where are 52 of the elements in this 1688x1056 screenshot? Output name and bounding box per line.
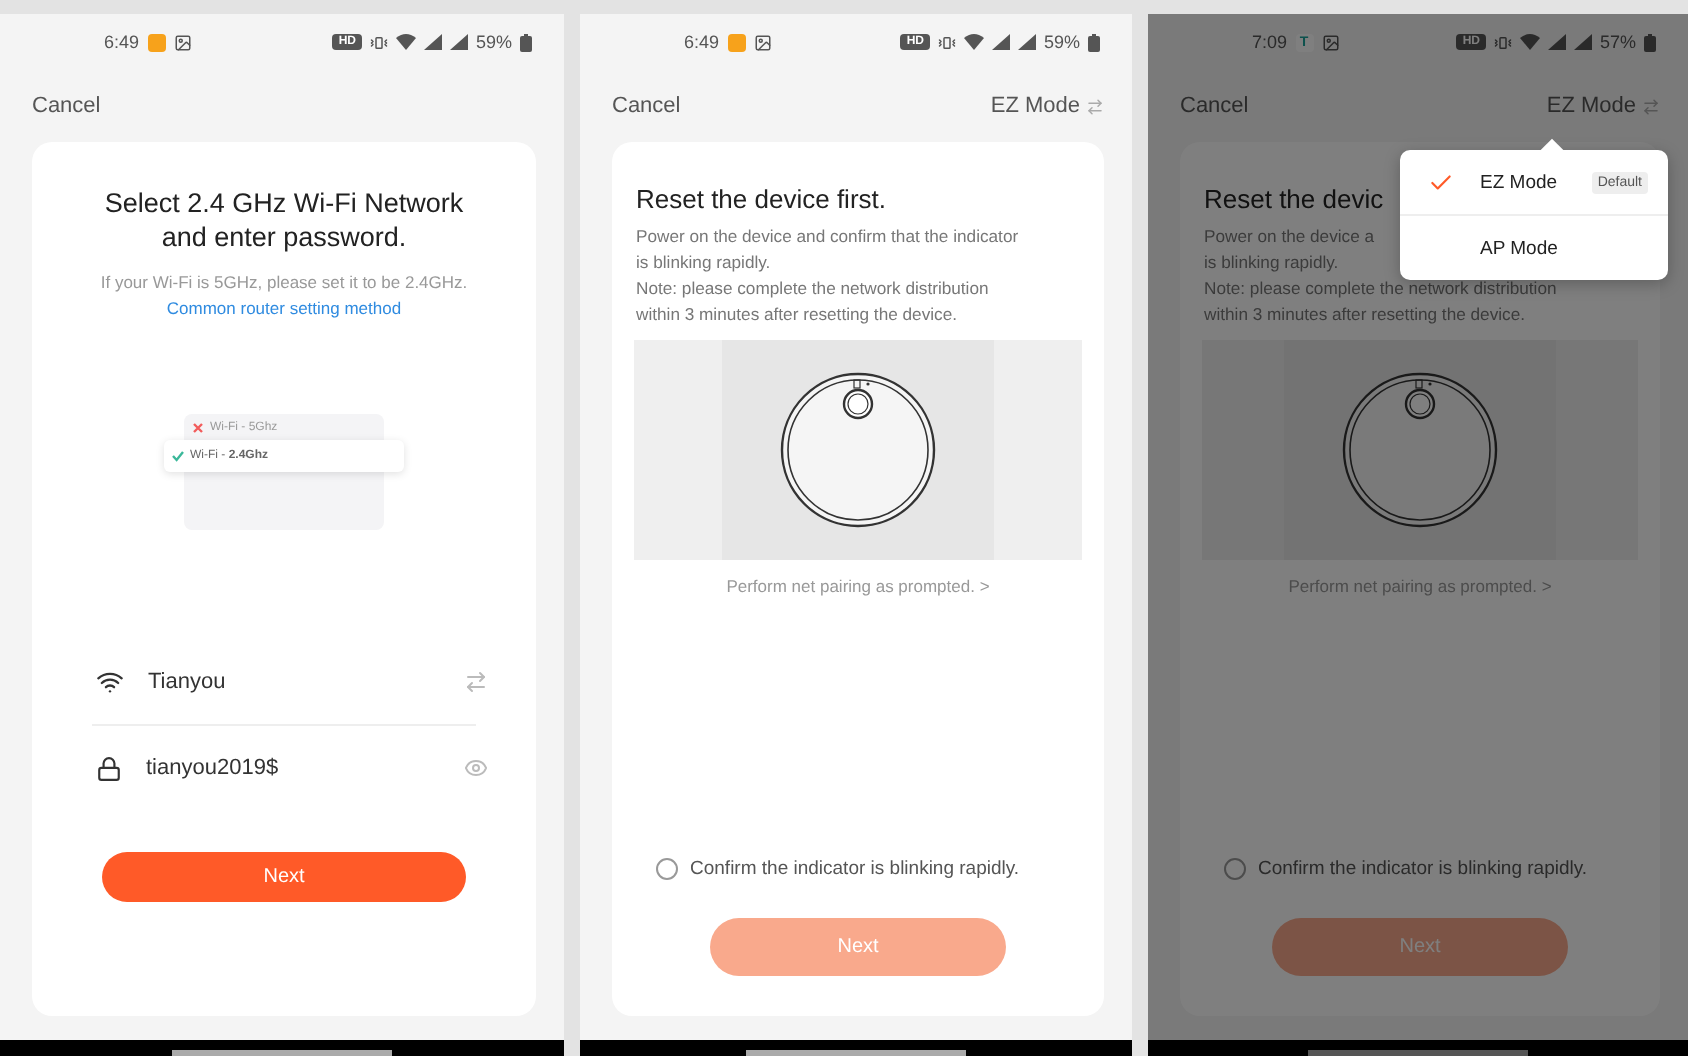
status-time: 7:09	[1252, 32, 1288, 52]
image-icon	[173, 33, 192, 51]
confirm-label: Confirm the indicator is blinking rapidly.	[1258, 856, 1588, 882]
password-field[interactable]: tianyou2019$	[146, 756, 440, 780]
screen-title: Reset the device first.	[636, 182, 888, 216]
router-setting-link[interactable]: Common router setting method	[56, 298, 512, 318]
battery-percent: 57%	[1599, 32, 1636, 52]
wifi-name-field[interactable]: Tianyou	[148, 670, 440, 694]
wifi-signal-icon	[963, 34, 984, 50]
wifi-signal-icon	[1519, 34, 1540, 50]
mode-dropdown[interactable]: EZ Mode	[1546, 94, 1660, 118]
instruction-text: Power on the device and confirm that the indicator is blinking rapidly.	[636, 224, 1019, 276]
screen-title: Reset the devic	[1204, 182, 1386, 216]
instruction-text: Power on the device a is blinking rapidly.	[1204, 224, 1375, 276]
status-time: 6:49	[104, 32, 140, 52]
confirm-label: Confirm the indicator is blinking rapidly.	[690, 856, 1020, 882]
wifi-signal-icon	[395, 34, 416, 50]
swap-icon	[1086, 97, 1104, 115]
app-notification-icon	[727, 33, 746, 51]
check-icon	[172, 450, 184, 462]
battery-percent: 59%	[475, 32, 512, 52]
swap-icon	[1642, 97, 1660, 115]
menu-item[interactable]: AP Mode	[1400, 216, 1668, 280]
check-icon	[1428, 169, 1454, 195]
cancel-button[interactable]: Cancel	[1180, 94, 1249, 118]
next-button[interactable]: Next	[102, 852, 466, 902]
battery-icon	[520, 33, 532, 51]
note-text: Note: please complete the network distribution within 3 minutes after resetting the device.	[636, 276, 989, 328]
switch-network-icon[interactable]	[464, 670, 488, 694]
confirm-radio[interactable]	[656, 858, 678, 880]
battery-percent: 59%	[1043, 32, 1080, 52]
battery-icon	[1088, 33, 1100, 51]
vibrate-icon	[937, 33, 956, 51]
cross-icon	[192, 421, 204, 433]
hint-text: If your Wi-Fi is 5GHz, please set it to be 2.4GHz.	[98, 272, 470, 292]
image-icon	[1321, 33, 1340, 51]
cancel-button[interactable]: Cancel	[32, 94, 101, 118]
battery-icon	[1644, 33, 1656, 51]
net-pairing-link[interactable]: Perform net pairing as prompted. >	[636, 576, 1080, 596]
wifi-icon	[96, 668, 124, 696]
image-icon	[753, 33, 772, 51]
show-password-icon[interactable]	[464, 756, 488, 780]
note-text: Note: please complete the network distribution within 3 minutes after resetting the device.	[1204, 276, 1557, 328]
app-notification-icon	[147, 33, 166, 51]
vibrate-icon	[369, 33, 388, 51]
screen-title: Select 2.4 GHz Wi-Fi Network and enter password.	[102, 186, 466, 254]
lock-icon	[96, 755, 122, 781]
status-time: 6:49	[684, 32, 720, 52]
confirm-radio[interactable]	[1224, 858, 1246, 880]
vibrate-icon	[1493, 33, 1512, 51]
mode-dropdown[interactable]: EZ Mode	[990, 94, 1104, 118]
cancel-button[interactable]: Cancel	[612, 94, 681, 118]
